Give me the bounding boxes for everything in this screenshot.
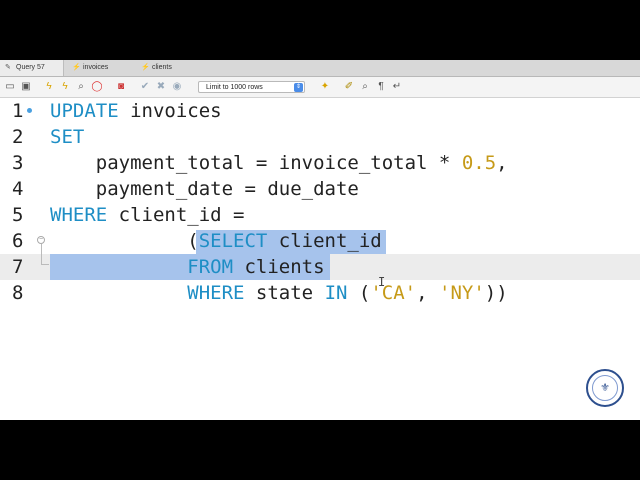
code-line[interactable]: 5 WHERE client_id = <box>0 202 640 228</box>
code-text: ( <box>50 230 199 252</box>
tab-label: Query 57 <box>16 64 45 71</box>
logo-emblem-icon: ⚜ <box>592 375 618 401</box>
code-text: ( <box>347 282 371 304</box>
code-line[interactable]: 2 SET <box>0 124 640 150</box>
tab-label: clients <box>152 64 172 71</box>
keyword: WHERE <box>50 204 108 226</box>
limit-rows-label: Limit to 1000 rows <box>206 84 263 91</box>
autocommit-icon[interactable]: ◉ <box>171 81 183 93</box>
code-text: )) <box>484 282 508 304</box>
save-icon[interactable]: ▣ <box>20 81 32 93</box>
stop-icon[interactable]: ◯ <box>91 81 103 93</box>
sql-editor-window: ✎ Query 57 ⚡ invoices ⚡ clients ▭ ▣ ϟ ϟ … <box>0 60 640 420</box>
code-text: , <box>496 152 508 174</box>
table-icon: ⚡ <box>72 64 81 71</box>
chevron-updown-icon: ⇕ <box>294 83 303 92</box>
text-cursor-icon: I <box>378 275 386 289</box>
keyword: SET <box>50 126 85 148</box>
keyword: UPDATE <box>50 100 119 122</box>
code-text: state <box>244 282 325 304</box>
line-number: 4 <box>12 178 24 200</box>
code-editor[interactable]: 1 UPDATE invoices 2 SET 3 payment_total … <box>0 98 640 420</box>
code-line[interactable]: 4 payment_date = due_date <box>0 176 640 202</box>
code-line[interactable]: 6 − (SELECT client_id <box>0 228 640 254</box>
keyword: IN <box>324 282 348 304</box>
code-line[interactable]: 3 payment_total = invoice_total * 0.5, <box>0 150 640 176</box>
invisible-chars-icon[interactable]: ¶ <box>375 81 387 93</box>
toggle-output-icon[interactable]: ◙ <box>115 81 127 93</box>
brush-icon[interactable]: ✐ <box>343 81 355 93</box>
sql-file-icon: ✎ <box>5 64 11 71</box>
execute-lightning-icon[interactable]: ϟ <box>43 81 55 93</box>
code-text: clients <box>233 256 325 278</box>
commit-check-icon[interactable]: ✔ <box>139 81 151 93</box>
beautify-icon[interactable]: ✦ <box>319 81 331 93</box>
open-folder-icon[interactable]: ▭ <box>4 81 16 93</box>
tab-query-57[interactable]: ✎ Query 57 <box>0 60 64 76</box>
keyword: SELECT <box>198 230 268 252</box>
keyword: FROM <box>187 256 234 278</box>
code-text: , <box>416 282 439 304</box>
code-text: payment_date = due_date <box>50 178 359 200</box>
tab-label: invoices <box>83 64 109 71</box>
editor-toolbar: ▭ ▣ ϟ ϟ ⌕ ◯ ◙ ✔ ✖ ◉ Limit to 1000 rows ⇕… <box>0 77 640 98</box>
line-number: 3 <box>12 152 24 174</box>
code-text: client_id <box>267 230 382 252</box>
find-icon[interactable]: ⌕ <box>359 81 371 93</box>
explain-icon[interactable]: ⌕ <box>75 81 87 93</box>
identifier: invoices <box>118 100 222 122</box>
rollback-x-icon[interactable]: ✖ <box>155 81 167 93</box>
table-icon: ⚡ <box>141 64 150 71</box>
code-line[interactable]: 1 UPDATE invoices <box>0 98 640 124</box>
wrap-lines-icon[interactable]: ↵ <box>391 81 403 93</box>
execute-current-icon[interactable]: ϟ <box>59 81 71 93</box>
limit-rows-select[interactable]: Limit to 1000 rows ⇕ <box>198 81 305 93</box>
line-number: 6 <box>12 230 24 252</box>
code-line[interactable]: 7 FROM clients <box>0 254 640 280</box>
code-line[interactable]: 8 WHERE state IN ('CA', 'NY')) <box>0 280 640 306</box>
fold-toggle-icon[interactable]: − <box>37 236 45 244</box>
line-number: 7 <box>12 256 24 278</box>
keyword: WHERE <box>187 282 245 304</box>
query-tab-bar: ✎ Query 57 ⚡ invoices ⚡ clients <box>0 60 640 77</box>
line-number: 2 <box>12 126 24 148</box>
tab-invoices[interactable]: ⚡ invoices <box>67 60 133 76</box>
tab-clients[interactable]: ⚡ clients <box>136 60 202 76</box>
statement-marker-icon <box>27 108 32 113</box>
line-number: 5 <box>12 204 24 226</box>
string-literal: 'NY' <box>439 282 485 304</box>
channel-logo: ⚜ <box>586 369 624 407</box>
line-number: 1 <box>12 100 24 122</box>
code-text: client_id = <box>107 204 245 226</box>
line-number: 8 <box>12 282 24 304</box>
number-literal: 0.5 <box>461 152 497 174</box>
code-text: payment_total = invoice_total * <box>50 152 462 174</box>
